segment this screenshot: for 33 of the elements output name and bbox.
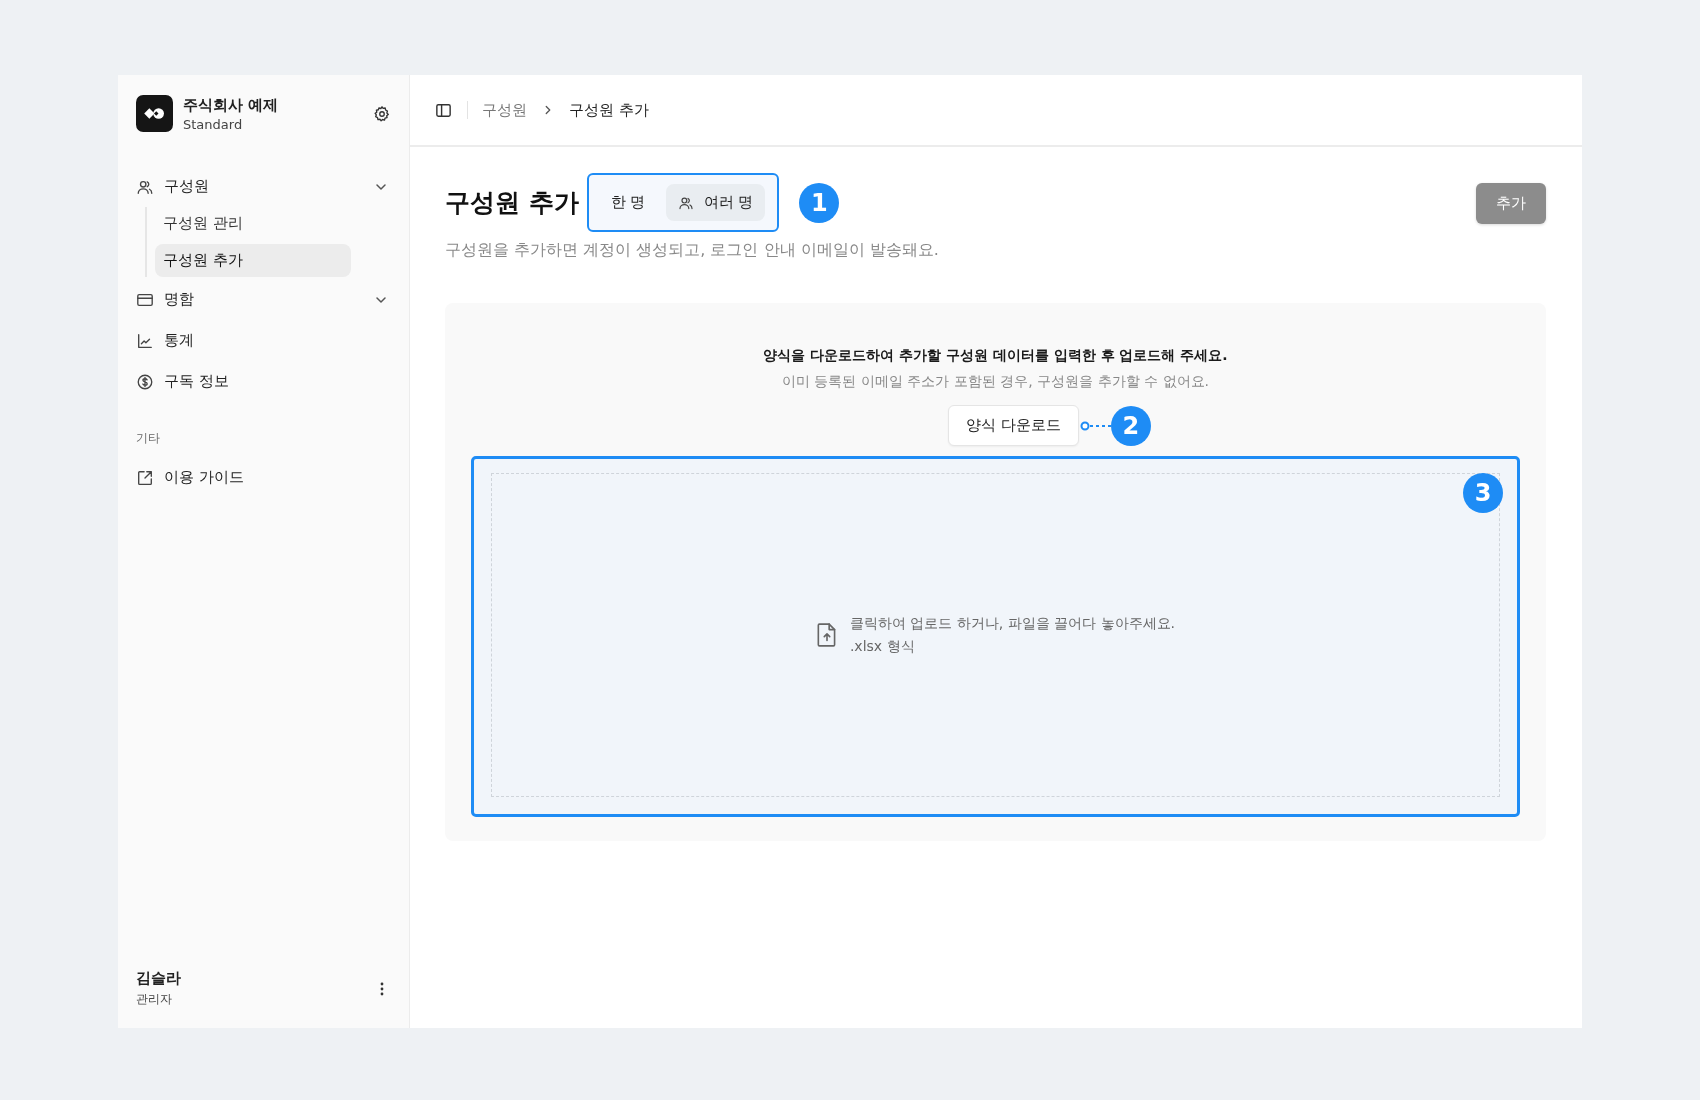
nav-item[interactable]: 이용 가이드 <box>136 457 391 498</box>
file-upload-icon <box>815 622 838 648</box>
download-template-button[interactable]: 양식 다운로드 <box>948 405 1079 446</box>
nav-subitem[interactable]: 구성원 관리 <box>155 207 351 240</box>
nav-subitem[interactable]: 구성원 추가 <box>155 244 351 277</box>
logo-icon <box>136 95 173 132</box>
user-role: 관리자 <box>136 991 173 1008</box>
company-name: 주식회사 예제 <box>183 95 280 115</box>
callout-badge: 3 <box>1463 473 1503 513</box>
format-text: .xlsx 형식 <box>849 637 916 656</box>
more-icon[interactable] <box>379 981 385 996</box>
breadcrumb-link[interactable]: 구성원 <box>482 100 527 120</box>
dollar-circle-icon <box>136 372 154 391</box>
callout-badge: 2 <box>1110 405 1151 446</box>
callout-connector <box>1078 419 1111 432</box>
callout-badge: 1 <box>799 182 840 223</box>
external-link-icon <box>136 468 154 487</box>
plan-name: Standard <box>183 116 244 132</box>
nav-item[interactable]: 구성원 <box>136 166 391 207</box>
nav-item[interactable]: 구독 정보 <box>136 361 391 402</box>
nav-item[interactable]: 명함 <box>136 279 391 320</box>
line-chart-icon <box>136 331 154 350</box>
section-title: 기타 <box>136 430 161 447</box>
nav-item[interactable]: 통계 <box>136 320 391 361</box>
dropzone-text: 클릭하여 업로드 하거나, 파일을 끌어다 놓아주세요. <box>849 614 1176 633</box>
mode-tab[interactable]: 여러 명 <box>665 184 766 221</box>
mode-tab[interactable]: 한 명 <box>598 184 658 221</box>
page-title: 구성원 추가 <box>445 187 579 219</box>
page-description: 구성원을 추가하면 계정이 생성되고, 로그인 안내 이메일이 발송돼요. <box>445 240 939 261</box>
instruction-text: 양식을 다운로드하여 추가할 구성원 데이터를 입력한 후 업로드해 주세요. <box>763 347 1228 365</box>
settings-icon[interactable] <box>373 104 391 123</box>
note-text: 이미 등록된 이메일 주소가 포함된 경우, 구성원을 추가할 수 없어요. <box>782 373 1209 391</box>
user-name: 김슬라 <box>136 969 182 988</box>
